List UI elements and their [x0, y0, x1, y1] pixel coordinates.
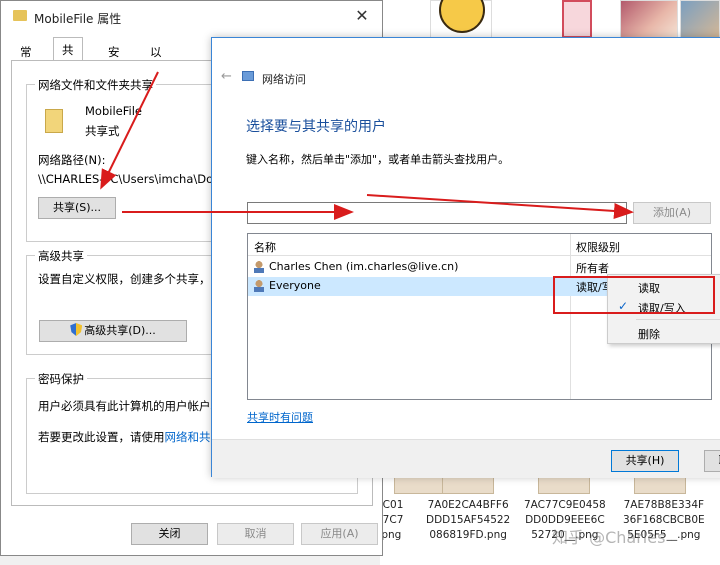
- thumbnail-emoji[interactable]: [430, 0, 492, 38]
- back-arrow-icon[interactable]: ←: [221, 69, 232, 84]
- tab-general[interactable]: 常规: [11, 39, 41, 75]
- column-permission-header[interactable]: 权限级别: [576, 239, 620, 255]
- network-access-title: 网络访问: [262, 73, 306, 86]
- user-icon: [254, 261, 264, 273]
- sharing-help-link[interactable]: 共享时有问题: [247, 409, 313, 425]
- user-name-input[interactable]: [247, 202, 627, 224]
- tab-previous-versions[interactable]: 以前的版本: [141, 39, 171, 123]
- user-name: Everyone: [269, 279, 321, 292]
- shared-item-status: 共享式: [85, 124, 120, 138]
- watermark: 知乎 @Charles: [552, 528, 666, 547]
- network-access-titlebar[interactable]: ← 网络访问: [212, 38, 720, 86]
- folder-icon: [13, 10, 27, 21]
- network-icon: [242, 71, 254, 81]
- shared-item-name: MobileFile: [85, 104, 142, 118]
- tab-security[interactable]: 安全: [99, 39, 129, 75]
- cancel-button[interactable]: 取消: [217, 523, 294, 545]
- file-label: 7A0E2CA4BFF6 DDD15AF54522 086819FD.png: [426, 499, 511, 541]
- list-header: 名称 权限级别: [248, 234, 711, 256]
- column-name-header[interactable]: 名称: [254, 239, 276, 255]
- menu-item-remove[interactable]: 删除: [608, 323, 720, 343]
- network-access-dialog: ← 网络访问 选择要与其共享的用户 键入名称，然后单击"添加"，或者单击箭头查找…: [211, 37, 720, 478]
- thumbnail-card[interactable]: [562, 0, 592, 38]
- user-permission: 所有者: [576, 262, 609, 275]
- close-button[interactable]: 关闭: [131, 523, 208, 545]
- tab-sharing[interactable]: 共享: [53, 37, 83, 73]
- background-file-grid: 5C01 37C7 .png 7A0E2CA4BFF6 DDD15AF54522…: [376, 470, 720, 565]
- group-title: 网络文件和文件夹共享: [35, 77, 156, 93]
- properties-title: MobileFile 属性: [34, 12, 122, 26]
- background-thumbnails: [380, 0, 720, 40]
- network-path-value: \\CHARLES-PC\Users\imcha\Docu: [38, 172, 227, 186]
- shared-folder-icon: [45, 109, 63, 133]
- share-confirm-button[interactable]: 共享(H): [611, 450, 679, 472]
- network-access-heading: 选择要与其共享的用户: [246, 119, 386, 135]
- group-users-icon: [254, 280, 264, 292]
- thumbnail-photo-2[interactable]: [680, 0, 720, 38]
- user-name: Charles Chen (im.charles@live.cn): [269, 260, 459, 273]
- advanced-sharing-description: 设置自定义权限，创建多个共享，并: [38, 272, 222, 286]
- password-change-prefix: 若要更改此设置，请使用: [38, 430, 165, 444]
- group-title: 高级共享: [35, 248, 87, 264]
- apply-button[interactable]: 应用(A): [301, 523, 378, 545]
- network-access-instruction: 键入名称，然后单击"添加"，或者单击箭头查找用户。: [246, 153, 510, 166]
- share-button[interactable]: 共享(S)...: [38, 197, 116, 219]
- advanced-sharing-button[interactable]: 高级共享(D)...: [39, 320, 187, 342]
- close-icon[interactable]: ✕: [350, 5, 374, 27]
- network-path-label: 网络路径(N):: [38, 153, 106, 167]
- cancel-partial-button[interactable]: 取: [704, 450, 720, 472]
- network-access-footer: 共享(H) 取: [212, 439, 720, 478]
- group-title: 密码保护: [35, 371, 87, 387]
- menu-separator: [636, 319, 720, 320]
- emoji-face-icon: [439, 0, 485, 33]
- menu-item-label: 删除: [638, 328, 660, 341]
- password-description: 用户必须具有此计算机的用户帐户和: [38, 399, 222, 413]
- thumbnail-photo[interactable]: [620, 0, 678, 38]
- add-button[interactable]: 添加(A): [633, 202, 711, 224]
- shield-icon: [70, 323, 83, 336]
- advanced-sharing-button-label: 高级共享(D)...: [84, 324, 156, 337]
- properties-titlebar[interactable]: MobileFile 属性 ✕: [1, 1, 382, 33]
- annotation-highlight-box: [553, 276, 715, 314]
- password-change-text: 若要更改此设置，请使用网络和共享: [38, 429, 222, 445]
